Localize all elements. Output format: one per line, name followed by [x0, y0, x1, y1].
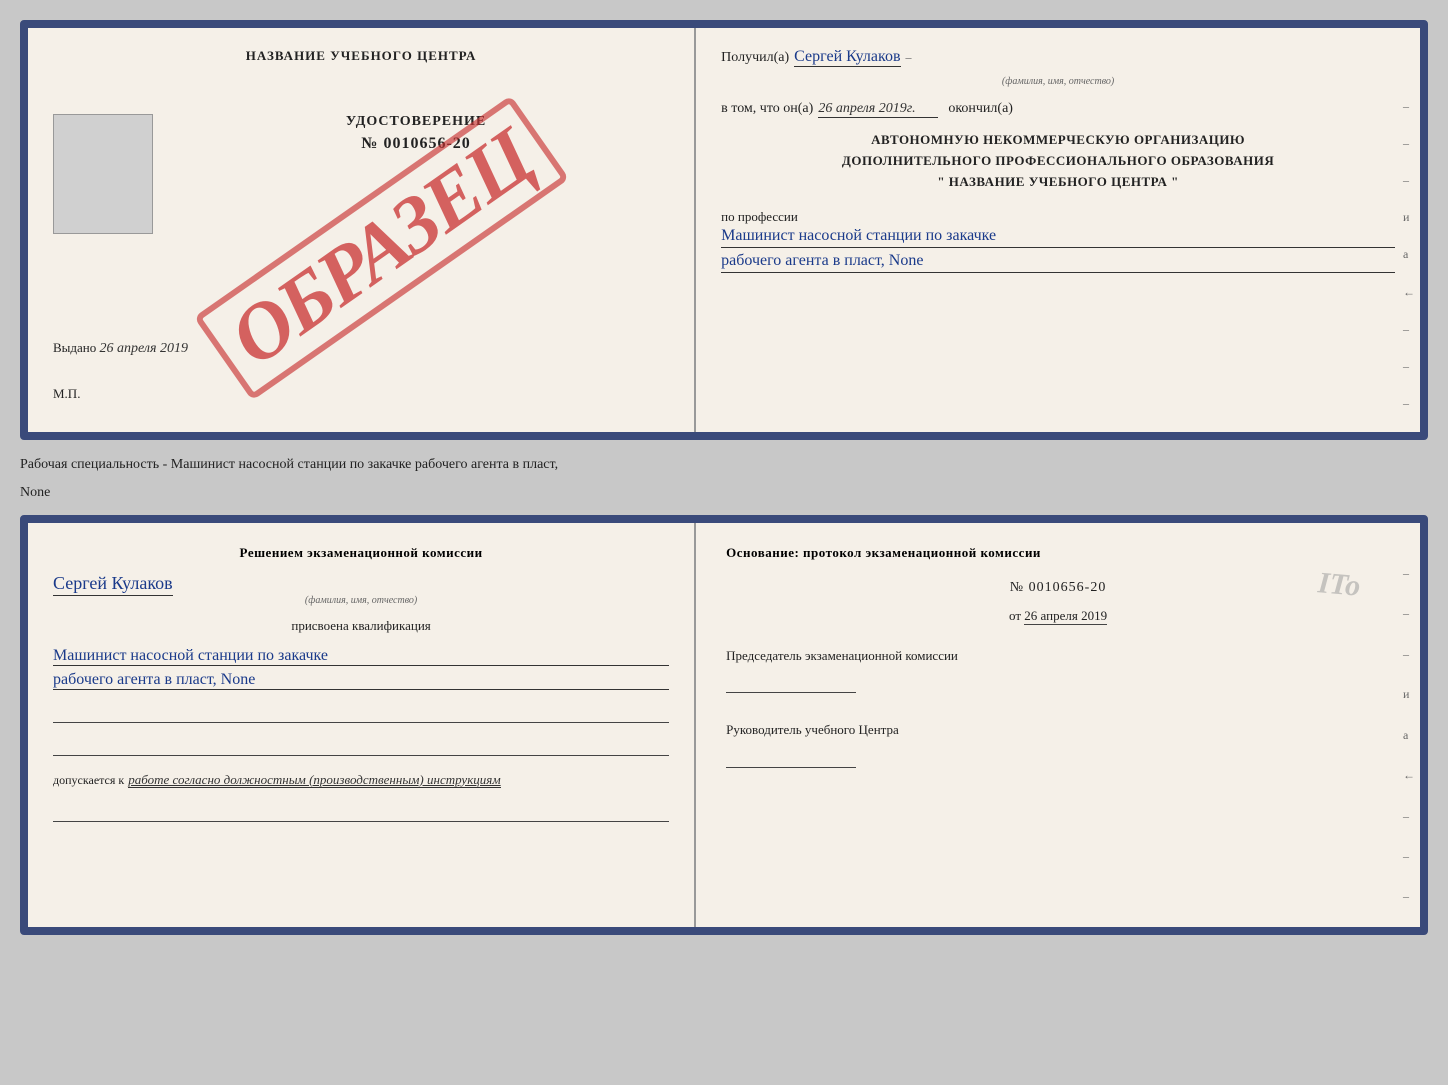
- cert-bottom-right: Основание: протокол экзаменационной коми…: [696, 523, 1420, 927]
- protocol-date-prefix: от: [1009, 608, 1021, 623]
- cert-top-title: НАЗВАНИЕ УЧЕБНОГО ЦЕНТРА: [53, 48, 669, 64]
- udost-number: № 0010656-20: [173, 135, 659, 153]
- cert-bottom-left: Решением экзаменационной комиссии Сергей…: [28, 523, 696, 927]
- rukovoditel-block: Руководитель учебного Центра: [726, 720, 1390, 768]
- blank-line2: [53, 738, 669, 756]
- profession-value2: рабочего агента в пласт, None: [721, 252, 1395, 273]
- caption-text2: None: [20, 478, 1428, 506]
- recipient-name: Сергей Кулаков: [794, 48, 900, 67]
- predsedatel-sign-line: [726, 673, 856, 693]
- recipient-line: Получил(а) Сергей Кулаков –: [721, 48, 1395, 67]
- caption-text: Рабочая специальность - Машинист насосно…: [20, 450, 1428, 478]
- date-line: в том, что он(а) 26 апреля 2019г. окончи…: [721, 101, 1395, 118]
- blank-line1: [53, 705, 669, 723]
- rukovoditel-title: Руководитель учебного Центра: [726, 720, 1390, 740]
- po-professii-label: по профессии: [721, 209, 1395, 225]
- rukovoditel-sign-line: [726, 748, 856, 768]
- profession-block: по профессии Машинист насосной станции п…: [721, 209, 1395, 273]
- vydano-line: Выдано 26 апреля 2019: [53, 340, 659, 357]
- org-line1: АВТОНОМНУЮ НЕКОММЕРЧЕСКУЮ ОРГАНИЗАЦИЮ: [721, 130, 1395, 151]
- right-dashes-bottom: – – – и а ← – – –: [1403, 553, 1415, 917]
- recipient-hint: (фамилия, имя, отчество): [1002, 76, 1114, 87]
- poluchil-label: Получил(а): [721, 50, 789, 66]
- page-wrapper: НАЗВАНИЕ УЧЕБНОГО ЦЕНТРА УДОСТОВЕРЕНИЕ №…: [20, 20, 1428, 935]
- predsedatel-block: Председатель экзаменационной комиссии: [726, 646, 1390, 694]
- predsedatel-title: Председатель экзаменационной комиссии: [726, 646, 1390, 666]
- v-tom-chto-label: в том, что он(а): [721, 101, 813, 117]
- kval-value1: Машинист насосной станции по закачке: [53, 647, 669, 666]
- right-dashes-top: – – – и а ← – – –: [1403, 88, 1415, 422]
- ito-stamp: ITo: [1316, 566, 1361, 604]
- photo-placeholder: [53, 114, 153, 234]
- mp-line: М.П.: [53, 386, 80, 402]
- protocol-date: от 26 апреля 2019: [726, 608, 1390, 624]
- udost-title: УДОСТОВЕРЕНИЕ: [173, 114, 659, 130]
- prisvoena-text: присвоена квалификация: [53, 618, 669, 634]
- okonchil-label: окончил(а): [948, 101, 1013, 117]
- date-value: 26 апреля 2019г.: [818, 101, 938, 118]
- komissia-name-block: Сергей Кулаков (фамилия, имя, отчество): [53, 573, 669, 606]
- komissia-name: Сергей Кулаков: [53, 573, 173, 596]
- komissia-name-hint: (фамилия, имя, отчество): [53, 595, 669, 606]
- certificate-top: НАЗВАНИЕ УЧЕБНОГО ЦЕНТРА УДОСТОВЕРЕНИЕ №…: [20, 20, 1428, 440]
- stamp-area: УДОСТОВЕРЕНИЕ № 0010656-20 ОБРАЗЕЦ Выдан…: [53, 74, 669, 412]
- protocol-date-value: 26 апреля 2019: [1024, 608, 1107, 625]
- cert-top-right: Получил(а) Сергей Кулаков – (фамилия, им…: [696, 28, 1420, 432]
- protocol-number: № 0010656-20: [726, 580, 1390, 596]
- kval-value2: рабочего агента в пласт, None: [53, 671, 669, 690]
- org-line2: ДОПОЛНИТЕЛЬНОГО ПРОФЕССИОНАЛЬНОГО ОБРАЗО…: [721, 151, 1395, 172]
- dopuskaetsya-block: допускается к работе согласно должностны…: [53, 771, 669, 789]
- udostoverenie-block: УДОСТОВЕРЕНИЕ № 0010656-20: [173, 114, 659, 153]
- kval-block: Машинист насосной станции по закачке раб…: [53, 644, 669, 690]
- certificate-bottom: Решением экзаменационной комиссии Сергей…: [20, 515, 1428, 935]
- vydano-date: 26 апреля 2019: [100, 341, 188, 356]
- osnovanie-title: Основание: протокол экзаменационной коми…: [726, 543, 1390, 563]
- blank-line3: [53, 804, 669, 822]
- komissia-title: Решением экзаменационной комиссии: [53, 543, 669, 563]
- caption-block: Рабочая специальность - Машинист насосно…: [20, 450, 1428, 505]
- vydano-label: Выдано: [53, 340, 96, 355]
- org-block: АВТОНОМНУЮ НЕКОММЕРЧЕСКУЮ ОРГАНИЗАЦИЮ ДО…: [721, 130, 1395, 192]
- dopusk-value: работе согласно должностным (производств…: [128, 772, 500, 788]
- cert-top-left: НАЗВАНИЕ УЧЕБНОГО ЦЕНТРА УДОСТОВЕРЕНИЕ №…: [28, 28, 696, 432]
- profession-value1: Машинист насосной станции по закачке: [721, 227, 1395, 248]
- dopusk-label: допускается к: [53, 773, 124, 787]
- org-line3: " НАЗВАНИЕ УЧЕБНОГО ЦЕНТРА ": [721, 172, 1395, 193]
